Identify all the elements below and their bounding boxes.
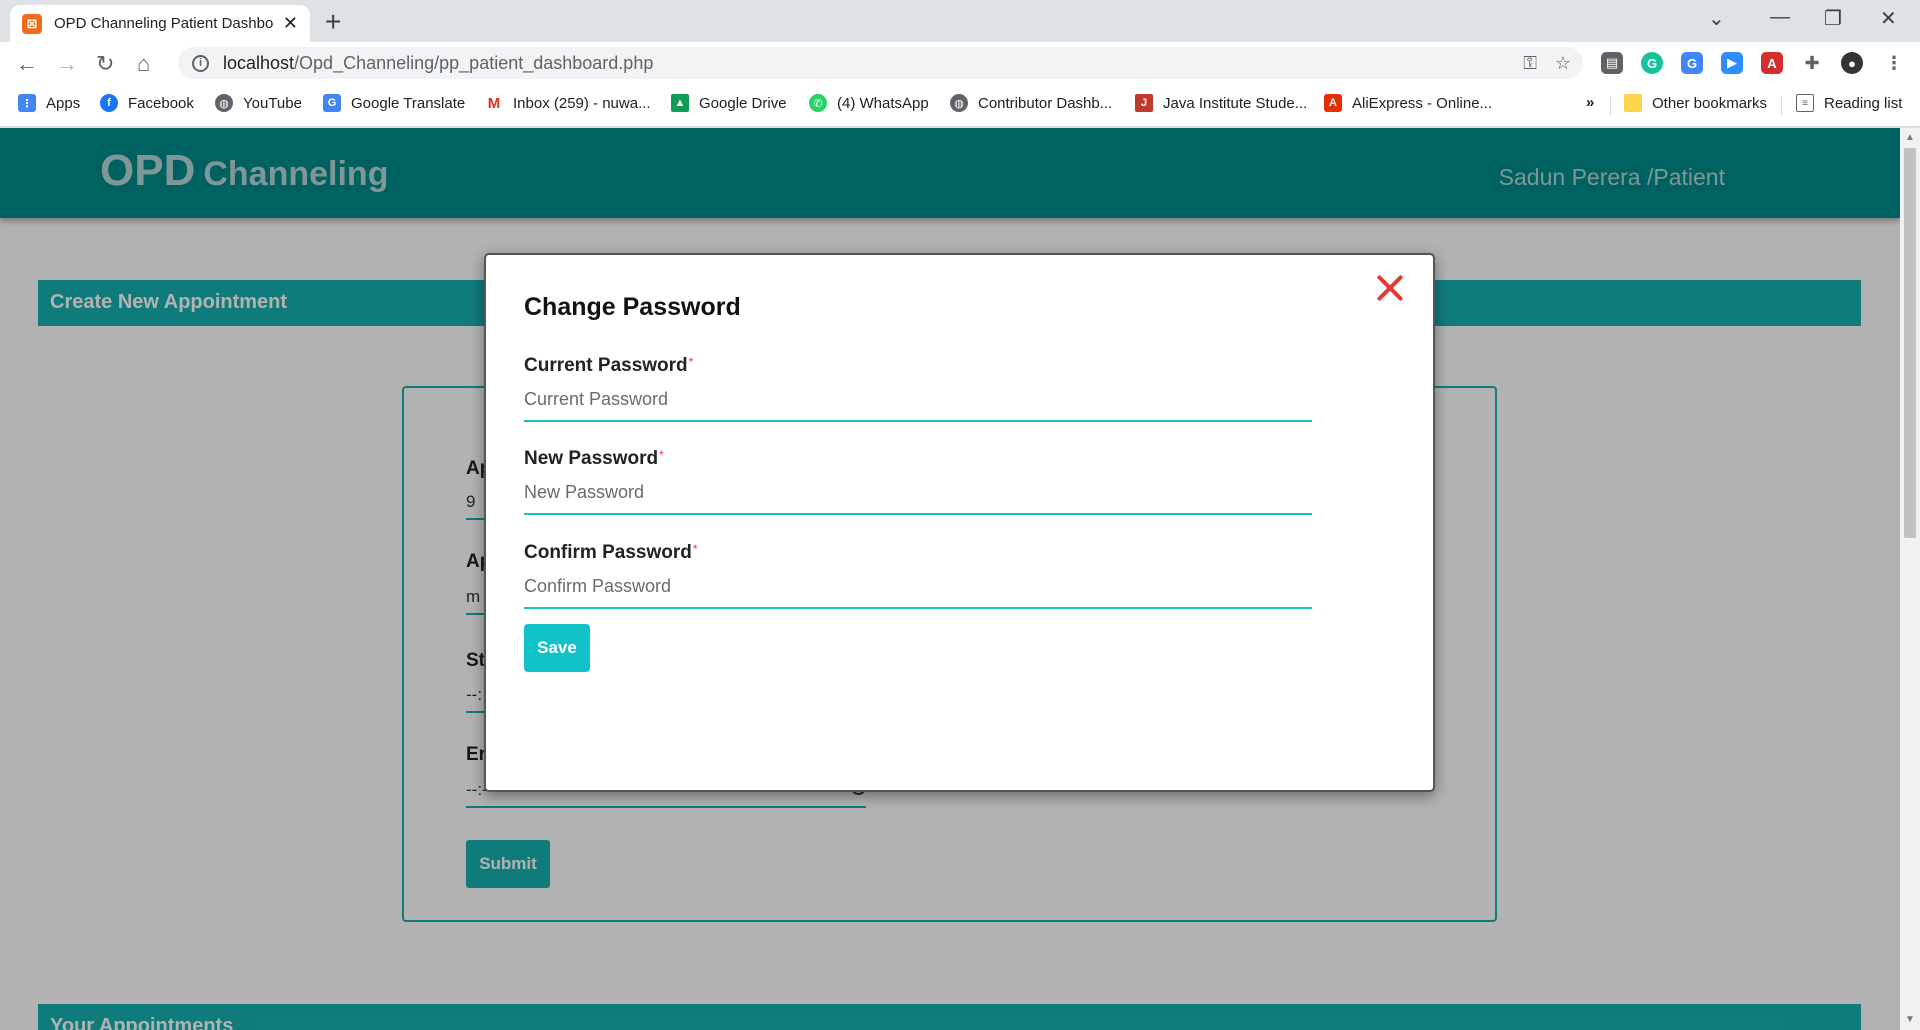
current-password-input[interactable] — [524, 385, 1312, 422]
tab-close-icon[interactable]: ✕ — [283, 13, 298, 34]
confirm-password-label: Confirm Password — [524, 542, 692, 563]
gmail-icon: M — [485, 94, 503, 112]
pdf-icon[interactable]: A — [1761, 52, 1783, 74]
confirm-password-input[interactable] — [524, 572, 1312, 609]
aliexpress-icon: A — [1324, 94, 1342, 112]
restore-icon[interactable]: ❐ — [1824, 6, 1842, 31]
tab-strip: ⊠ OPD Channeling Patient Dashboard ✕ + ⌄… — [0, 0, 1920, 42]
reading-list-icon: ≡ — [1796, 94, 1814, 112]
translate-ext-icon[interactable]: G — [1681, 52, 1703, 74]
drive-icon: ▲ — [671, 94, 689, 112]
reload-icon[interactable]: ↻ — [96, 51, 114, 77]
bookmark-label: AliExpress - Online... — [1352, 94, 1493, 112]
bookmark-other-bookmarks[interactable]: Other bookmarks — [1624, 94, 1767, 112]
current-password-label: Current Password — [524, 355, 688, 376]
browser-tab[interactable]: ⊠ OPD Channeling Patient Dashboard ✕ — [10, 5, 310, 42]
bookmarks-divider — [1610, 96, 1611, 116]
reader-icon[interactable]: ▤ — [1601, 52, 1623, 74]
bookmark-facebook[interactable]: f Facebook — [100, 94, 194, 112]
page-content: OPD Channeling Sadun Perera /Patient Crea… — [0, 128, 1900, 1030]
site-info-icon[interactable]: i — [192, 54, 209, 72]
change-password-modal: Change Password Current Password* New Pa… — [484, 253, 1435, 792]
apps-grid-icon: ⋮ — [18, 94, 36, 112]
key-icon[interactable]: ⚿ — [1523, 53, 1537, 74]
tab-title: OPD Channeling Patient Dashboard — [54, 15, 274, 32]
reading-list[interactable]: ≡ Reading list — [1796, 94, 1902, 112]
required-asterisk: * — [692, 542, 698, 556]
bookmark-label: YouTube — [243, 94, 302, 112]
save-button[interactable]: Save — [524, 624, 590, 672]
minimize-icon[interactable]: — — [1770, 6, 1790, 29]
bookmark-label: Apps — [46, 94, 81, 112]
bookmark-google-drive[interactable]: ▲ Google Drive — [671, 94, 787, 112]
tab-search-icon[interactable]: ⌄ — [1708, 6, 1725, 31]
bookmark-label: Google Translate — [351, 94, 466, 112]
profile-avatar[interactable]: ● — [1841, 52, 1863, 74]
globe-icon: ◍ — [215, 94, 233, 112]
facebook-icon: f — [100, 94, 118, 112]
bookmark-apps[interactable]: ⋮ Apps — [18, 94, 80, 112]
bookmark-gmail[interactable]: M Inbox (259) - nuwa... — [485, 94, 651, 112]
bookmark-java-institute[interactable]: J Java Institute Stude... — [1135, 94, 1307, 112]
url-host: localhost — [223, 52, 295, 73]
extensions-puzzle-icon[interactable]: ✚ — [1801, 52, 1823, 74]
bookmark-label: (4) WhatsApp — [837, 94, 929, 112]
current-password-field: Current Password* — [524, 355, 1312, 422]
menu-kebab-icon[interactable]: ⋮ — [1883, 52, 1905, 74]
window-close-icon[interactable]: ✕ — [1880, 6, 1897, 31]
bookmarks-divider — [1781, 96, 1782, 116]
folder-icon — [1624, 94, 1642, 112]
new-password-field: New Password* — [524, 448, 1312, 515]
required-asterisk: * — [688, 355, 694, 369]
bookmark-whatsapp[interactable]: ✆ (4) WhatsApp — [809, 94, 929, 112]
globe-icon: ◍ — [950, 94, 968, 112]
xampp-icon: ⊠ — [22, 13, 42, 34]
reading-list-label: Reading list — [1824, 94, 1903, 112]
new-tab-icon[interactable]: + — [325, 6, 341, 38]
new-password-input[interactable] — [524, 478, 1312, 515]
url-path: /Opd_Channeling/pp_patient_dashboard.php — [294, 52, 654, 73]
modal-title: Change Password — [524, 293, 741, 321]
new-password-label: New Password — [524, 448, 659, 469]
confirm-password-field: Confirm Password* — [524, 542, 1312, 609]
java-icon: J — [1135, 94, 1153, 112]
bookmark-aliexpress[interactable]: A AliExpress - Online... — [1324, 94, 1492, 112]
bookmarks-bar: ⋮ Apps f Facebook ◍ YouTube G Google Tra… — [0, 84, 1920, 127]
zoom-icon[interactable]: ▶ — [1721, 52, 1743, 74]
forward-icon[interactable]: → — [56, 51, 78, 77]
scroll-thumb[interactable] — [1904, 148, 1916, 538]
bookmark-contributor-dashboard[interactable]: ◍ Contributor Dashb... — [950, 94, 1112, 112]
address-bar[interactable]: i localhost /Opd_Channeling/pp_patient_d… — [178, 47, 1583, 79]
browser-toolbar: ← → ↻ ⌂ i localhost /Opd_Channeling/pp_p… — [0, 42, 1920, 84]
required-asterisk: * — [659, 448, 664, 462]
bookmark-youtube[interactable]: ◍ YouTube — [215, 94, 302, 112]
scroll-down-icon[interactable]: ▼ — [1905, 1014, 1915, 1025]
bookmarks-overflow-icon[interactable]: » — [1586, 94, 1594, 111]
page-scrollbar[interactable]: ▲ ▼ — [1900, 128, 1920, 1030]
grammarly-icon[interactable]: G — [1641, 52, 1663, 74]
translate-icon: G — [323, 94, 341, 112]
home-icon[interactable]: ⌂ — [137, 51, 150, 77]
bookmark-label: Java Institute Stude... — [1163, 94, 1308, 112]
bookmark-label: Other bookmarks — [1652, 94, 1768, 112]
close-icon[interactable] — [1375, 273, 1405, 303]
bookmark-label: Facebook — [128, 94, 194, 112]
back-icon[interactable]: ← — [16, 51, 38, 77]
bookmark-star-icon[interactable]: ☆ — [1555, 53, 1571, 74]
bookmark-label: Contributor Dashb... — [978, 94, 1113, 112]
bookmark-google-translate[interactable]: G Google Translate — [323, 94, 465, 112]
whatsapp-icon: ✆ — [809, 94, 827, 112]
bookmark-label: Inbox (259) - nuwa... — [513, 94, 651, 112]
bookmark-label: Google Drive — [699, 94, 787, 112]
scroll-up-icon[interactable]: ▲ — [1905, 132, 1915, 143]
